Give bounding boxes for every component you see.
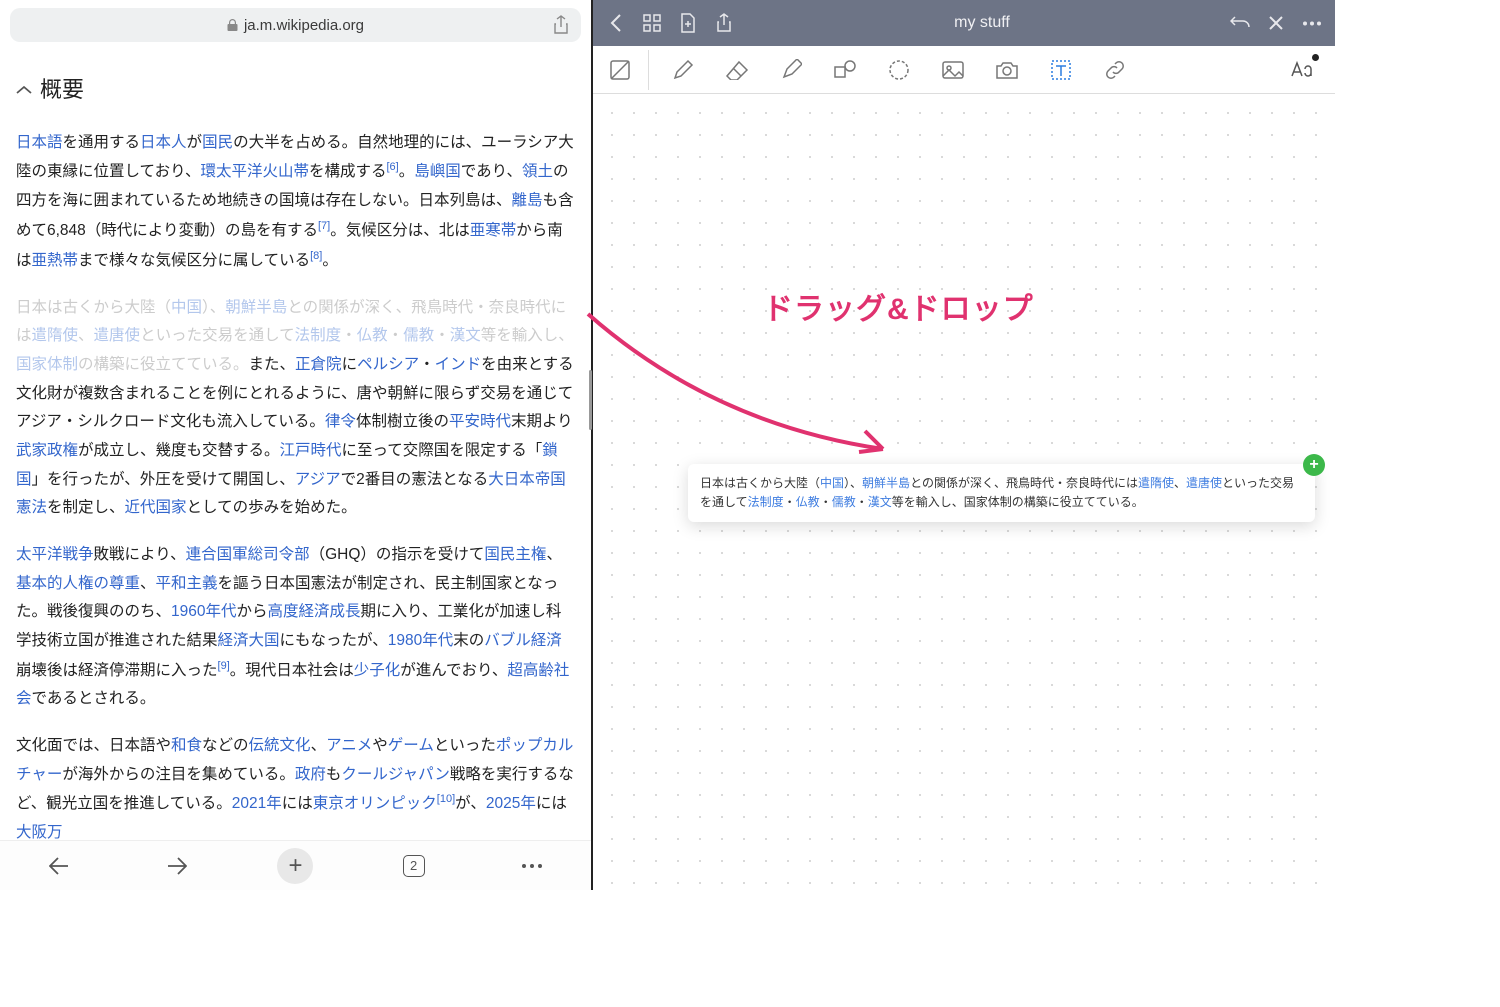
notes-title: my stuff bbox=[749, 14, 1215, 32]
paragraph-1: 日本語を通用する日本人が国民の大半を占める。自然地理的には、ユーラシア大陸の東縁… bbox=[16, 129, 575, 276]
pen-icon[interactable] bbox=[659, 50, 707, 90]
more-button[interactable] bbox=[512, 846, 552, 886]
text-icon[interactable] bbox=[1037, 50, 1085, 90]
lasso-icon[interactable] bbox=[875, 50, 923, 90]
chevron-up-icon bbox=[16, 85, 32, 95]
arrow-annotation bbox=[583, 294, 923, 474]
article-content[interactable]: 概要 日本語を通用する日本人が国民の大半を占める。自然地理的には、ユーラシア大陸… bbox=[0, 50, 591, 840]
paragraph-2: 日本は古くから大陸（中国）、朝鮮半島との関係が深く、飛鳥時代・奈良時代には遣隋使… bbox=[16, 294, 575, 523]
share-icon[interactable] bbox=[553, 15, 569, 35]
dropped-text-card[interactable]: + 日本は古くから大陸（中国）、朝鮮半島との関係が深く、飛鳥時代・奈良時代には遣… bbox=[688, 464, 1315, 522]
section-header[interactable]: 概要 bbox=[16, 70, 575, 111]
style-icon[interactable] bbox=[1279, 50, 1327, 90]
paragraph-4: 文化面では、日本語や和食などの伝統文化、アニメやゲームといったポップカルチャーが… bbox=[16, 732, 575, 840]
share-icon[interactable] bbox=[713, 12, 735, 34]
lock-icon bbox=[227, 19, 238, 32]
back-button[interactable] bbox=[39, 846, 79, 886]
notes-toolbar bbox=[593, 46, 1335, 94]
browser-bottom-toolbar: + 2 bbox=[0, 840, 591, 890]
link-icon[interactable] bbox=[1091, 50, 1139, 90]
notes-canvas[interactable]: ドラッグ&ドロップ + 日本は古くから大陸（中国）、朝鮮半島との関係が深く、飛鳥… bbox=[593, 94, 1335, 890]
grid-icon[interactable] bbox=[641, 12, 663, 34]
back-icon[interactable] bbox=[605, 12, 627, 34]
more-icon[interactable] bbox=[1301, 12, 1323, 34]
notes-pane: my stuff ドラッグ&ドロップ + 日本は古くから大陸（中国）、朝鮮半島と… bbox=[593, 0, 1335, 890]
section-title: 概要 bbox=[40, 70, 84, 111]
tabs-button[interactable]: 2 bbox=[394, 846, 434, 886]
browser-pane: ja.m.wikipedia.org 概要 日本語を通用する日本人が国民の大半を… bbox=[0, 0, 593, 890]
highlighter-icon[interactable] bbox=[767, 50, 815, 90]
camera-icon[interactable] bbox=[983, 50, 1031, 90]
notes-header: my stuff bbox=[593, 0, 1335, 46]
forward-button[interactable] bbox=[157, 846, 197, 886]
plus-badge-icon: + bbox=[1303, 454, 1325, 476]
url-bar-container: ja.m.wikipedia.org bbox=[0, 0, 591, 50]
undo-icon[interactable] bbox=[1229, 12, 1251, 34]
image-icon[interactable] bbox=[929, 50, 977, 90]
shapes-icon[interactable] bbox=[821, 50, 869, 90]
add-page-icon[interactable] bbox=[677, 12, 699, 34]
read-mode-icon[interactable] bbox=[601, 50, 649, 90]
url-text: ja.m.wikipedia.org bbox=[244, 17, 364, 34]
new-tab-button[interactable]: + bbox=[275, 846, 315, 886]
eraser-icon[interactable] bbox=[713, 50, 761, 90]
paragraph-3: 太平洋戦争敗戦により、連合国軍総司令部（GHQ）の指示を受けて国民主権、基本的人… bbox=[16, 541, 575, 714]
url-bar[interactable]: ja.m.wikipedia.org bbox=[10, 8, 581, 42]
close-icon[interactable] bbox=[1265, 12, 1287, 34]
